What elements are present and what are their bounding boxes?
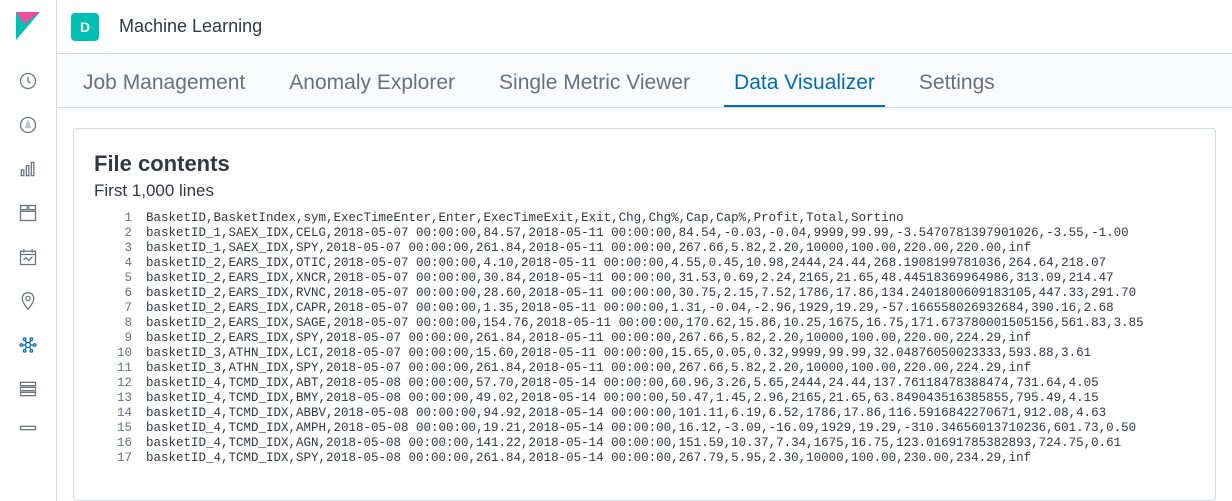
- infra-icon[interactable]: [17, 378, 39, 400]
- visualize-icon[interactable]: [17, 158, 39, 180]
- discover-icon[interactable]: [17, 114, 39, 136]
- line-text: BasketID,BasketIndex,sym,ExecTimeEnter,E…: [146, 211, 1195, 466]
- tabs-bar: Job Management Anomaly Explorer Single Met…: [57, 54, 1232, 108]
- content-area: File contents First 1,000 lines 1 2 3 4 …: [57, 108, 1232, 501]
- timelion-icon[interactable]: [17, 246, 39, 268]
- side-nav: [0, 0, 57, 501]
- maps-icon[interactable]: [17, 290, 39, 312]
- dashboard-icon[interactable]: [17, 202, 39, 224]
- tab-settings[interactable]: Settings: [909, 54, 1005, 107]
- tab-data-visualizer[interactable]: Data Visualizer: [724, 54, 885, 107]
- ml-icon[interactable]: [17, 334, 39, 356]
- tab-job-management[interactable]: Job Management: [73, 54, 255, 107]
- main-area: D Machine Learning Job Management Anomaly…: [57, 0, 1232, 501]
- line-numbers: 1 2 3 4 5 6 7 8 9 10 11 12 13 14 15 16 1…: [94, 211, 146, 466]
- app-title: Machine Learning: [119, 16, 262, 37]
- more-icon[interactable]: [17, 422, 39, 444]
- kibana-logo[interactable]: [12, 10, 44, 42]
- recent-icon[interactable]: [17, 70, 39, 92]
- tab-anomaly-explorer[interactable]: Anomaly Explorer: [279, 54, 465, 107]
- panel-subtitle: First 1,000 lines: [94, 181, 1195, 201]
- file-contents-panel: File contents First 1,000 lines 1 2 3 4 …: [73, 128, 1216, 501]
- file-lines-viewer: 1 2 3 4 5 6 7 8 9 10 11 12 13 14 15 16 1…: [94, 211, 1195, 466]
- panel-title: File contents: [94, 151, 1195, 177]
- topbar: D Machine Learning: [57, 0, 1232, 54]
- space-selector[interactable]: D: [71, 13, 99, 41]
- tab-single-metric-viewer[interactable]: Single Metric Viewer: [489, 54, 700, 107]
